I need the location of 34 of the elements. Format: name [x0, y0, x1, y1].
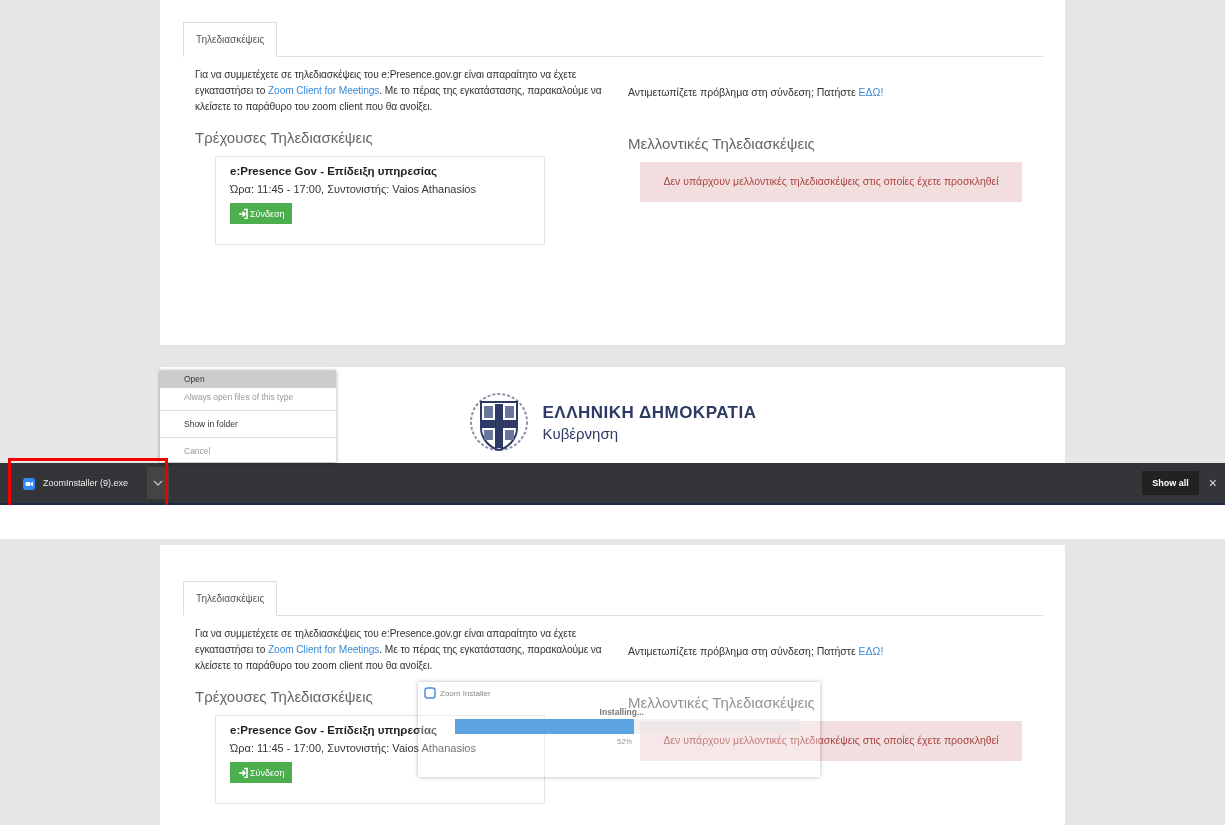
empty-alert: Δεν υπάρχουν μελλοντικές τηλεδιασκέψεις στις οποίες έχετε προσκληθεί — [640, 721, 1022, 761]
tab[interactable]: Τηλεδιασκέψεις — [183, 581, 278, 616]
meeting-details: Ώρα: 11:45 - 17:00, Συντονιστής: Vaios Athanasios — [230, 742, 477, 754]
tab[interactable]: Τηλεδιασκέψεις — [183, 22, 278, 57]
meeting-title: e:Presence Gov - Επίδειξη υπηρεσίας — [230, 724, 438, 736]
sign-in-icon — [237, 767, 248, 778]
app-icon — [424, 687, 436, 699]
caret-icon — [153, 480, 163, 486]
download-item[interactable]: ZoomInstaller (9).exe — [0, 463, 145, 503]
coat-of-arms-emblem — [468, 392, 529, 452]
menu-item[interactable]: Show in folder — [160, 415, 336, 433]
government-title: ΕΛΛΗΝΙΚΗ ΔΗΜΟΚΡΑΤΙΑ — [542, 402, 757, 423]
intro-text: Για να συμμετέχετε σε τηλεδιασκέψεις του e:Presence.gov.gr είναι απαραίτητο να έχετε εγκαταστήσει το Zoom Client for Meetings. Με το πέρας της εγκατάστασης, παρακαλούμε να κλείσετε το παράθυρο του zoom client που θα ανοίξει. — [195, 68, 603, 114]
menu-item[interactable]: Open — [160, 370, 336, 388]
empty-alert: Δεν υπάρχουν μελλοντικές τηλεδιασκέψεις στις οποίες έχετε προσκληθεί — [640, 162, 1022, 202]
section-heading: Τρέχουσες Τηλεδιασκέψεις — [195, 129, 373, 146]
intro-text: Για να συμμετέχετε σε τηλεδιασκέψεις του e:Presence.gov.gr είναι απαραίτητο να έχετε εγκαταστήσει το Zoom Client for Meetings. Με το πέρας της εγκατάστασης, παρακαλούμε να κλείσετε το παράθυρο του zoom client που θα ανοίξει. — [195, 627, 603, 673]
close-button[interactable]: × — [1204, 473, 1221, 493]
here-link[interactable]: ΕΔΩ! — [858, 645, 884, 657]
file-name: ZoomInstaller (9).exe — [43, 478, 129, 488]
here-link[interactable]: ΕΔΩ! — [858, 86, 884, 98]
section-heading: Τρέχουσες Τηλεδιασκέψεις — [195, 688, 373, 705]
section-heading: Μελλοντικές Τηλεδιασκέψεις — [628, 135, 815, 152]
show-all-button[interactable]: Show all — [1142, 471, 1199, 495]
installer-title: Zoom Installer — [440, 688, 491, 698]
meeting-details: Ώρα: 11:45 - 17:00, Συντονιστής: Vaios Athanasios — [230, 183, 477, 195]
help-text: Αντιμετωπίζετε πρόβλημα στη σύνδεση; Πατήστε ΕΔΩ! — [628, 645, 885, 657]
join-button[interactable]: Σύνδεση — [230, 203, 292, 224]
sign-in-icon — [237, 208, 248, 219]
file-icon — [22, 476, 35, 490]
help-text: Αντιμετωπίζετε πρόβλημα στη σύνδεση; Πατήστε ΕΔΩ! — [628, 86, 885, 98]
government-subtitle: Κυβέρνηση — [542, 424, 620, 442]
meeting-title: e:Presence Gov - Επίδειξη υπηρεσίας — [230, 165, 438, 177]
join-button[interactable]: Σύνδεση — [230, 762, 292, 783]
